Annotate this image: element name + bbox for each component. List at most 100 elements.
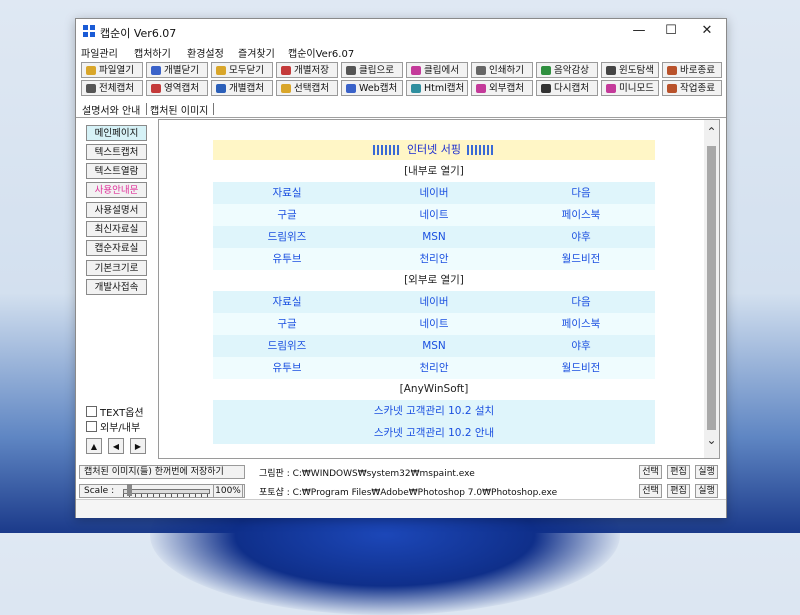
paint-select-button[interactable]: 선택 (639, 465, 662, 479)
region-capture-icon (151, 84, 161, 93)
link-msn[interactable]: MSN (360, 226, 508, 248)
tab-manual[interactable]: 설명서와 안내 (82, 102, 140, 117)
link-scanet-install[interactable]: 스카넷 고객관리 10.2 설치 (213, 400, 655, 422)
window-capture-button[interactable]: 개별캡처 (211, 80, 273, 96)
link-daum[interactable]: 다음 (507, 182, 655, 204)
minimize-button[interactable]: — (624, 21, 654, 41)
link-daum[interactable]: 다음 (507, 291, 655, 313)
right-arrow-button[interactable]: ▶ (130, 438, 146, 454)
clipboard-icon (346, 66, 356, 75)
photoshop-run-button[interactable]: 실행 (695, 484, 718, 498)
link-msn[interactable]: MSN (360, 335, 508, 357)
link-facebook[interactable]: 페이스북 (507, 313, 655, 335)
text-option-checkbox[interactable] (86, 406, 97, 417)
sidebar-main-page-button[interactable]: 메인페이지 (86, 125, 147, 141)
link-row: 드림위즈 MSN 야후 (213, 335, 655, 357)
close-single-icon (151, 66, 161, 75)
menu-capture[interactable]: 캡처하기 (134, 45, 171, 60)
maximize-button[interactable]: ☐ (656, 21, 686, 41)
up-arrow-button[interactable]: ▲ (86, 438, 102, 454)
external-capture-button[interactable]: 외부캡처 (471, 80, 533, 96)
sidebar-developer-site-button[interactable]: 개발사접속 (86, 279, 147, 295)
zoom-level: 100% (213, 484, 243, 498)
save-icon (281, 66, 291, 75)
link-worldvision[interactable]: 월드비전 (507, 357, 655, 379)
link-naver[interactable]: 네이버 (360, 291, 508, 313)
mini-mode-icon (606, 84, 616, 93)
link-google[interactable]: 구글 (213, 313, 361, 335)
link-worldvision[interactable]: 월드비전 (507, 248, 655, 270)
menu-about[interactable]: 캡순이Ver6.07 (288, 45, 354, 60)
sidebar-default-size-button[interactable]: 기본크기로 (86, 260, 147, 276)
close-all-button[interactable]: 모두닫기 (211, 62, 273, 78)
sidebar-user-manual-button[interactable]: 사용설명서 (86, 202, 147, 218)
region-capture-button[interactable]: 영역캡처 (146, 80, 208, 96)
html-capture-button[interactable]: Html캡처 (406, 80, 468, 96)
copy-to-clipboard-button[interactable]: 클립으로 (341, 62, 403, 78)
sidebar-latest-files-button[interactable]: 최신자료실 (86, 221, 147, 237)
recapture-button[interactable]: 다시캡처 (536, 80, 598, 96)
paste-from-clipboard-button[interactable]: 클립에서 (406, 62, 468, 78)
tab-divider (146, 103, 147, 115)
window-bottom-strip (76, 499, 726, 518)
mini-mode-button[interactable]: 미니모드 (601, 80, 659, 96)
menu-file[interactable]: 파일관리 (81, 45, 118, 60)
photoshop-select-button[interactable]: 선택 (639, 484, 662, 498)
link-chollian[interactable]: 천리안 (360, 357, 508, 379)
title-bar[interactable]: 캡순이 Ver6.07 — ☐ ✕ (76, 19, 726, 43)
left-arrow-button[interactable]: ◀ (108, 438, 124, 454)
link-scanet-guide[interactable]: 스카넷 고객관리 10.2 안내 (213, 422, 655, 444)
external-internal-checkbox[interactable] (86, 421, 97, 432)
sidebar-capsuni-files-button[interactable]: 캡순자료실 (86, 240, 147, 256)
full-capture-button[interactable]: 전체캡처 (81, 80, 143, 96)
close-single-button[interactable]: 개별닫기 (146, 62, 208, 78)
menu-settings[interactable]: 환경설정 (187, 45, 224, 60)
paint-edit-button[interactable]: 편집 (667, 465, 690, 479)
scroll-down-icon[interactable]: ⌄ (704, 432, 719, 448)
end-task-button[interactable]: 작업종료 (662, 80, 722, 96)
menu-favorites[interactable]: 즐겨찾기 (238, 45, 275, 60)
link-chollian[interactable]: 천리안 (360, 248, 508, 270)
paint-run-button[interactable]: 실행 (695, 465, 718, 479)
zoom-slider-thumb[interactable] (127, 484, 133, 496)
link-google[interactable]: 구글 (213, 204, 361, 226)
sidebar-usage-notice-button[interactable]: 사용안내문 (86, 182, 147, 198)
tab-captured-images[interactable]: 캡처된 이미지 (150, 102, 208, 117)
link-nate[interactable]: 네이트 (360, 204, 508, 226)
link-archive[interactable]: 자료실 (213, 182, 361, 204)
link-facebook[interactable]: 페이스북 (507, 204, 655, 226)
select-capture-button[interactable]: 선택캡처 (276, 80, 338, 96)
scroll-thumb[interactable] (707, 146, 716, 430)
open-file-icon (86, 66, 96, 75)
vertical-scrollbar[interactable]: ⌃ ⌄ (704, 120, 719, 458)
link-youtube[interactable]: 유투브 (213, 248, 361, 270)
music-button[interactable]: 음악감상 (536, 62, 598, 78)
print-icon (476, 66, 486, 75)
link-yahoo[interactable]: 야후 (507, 335, 655, 357)
explorer-button[interactable]: 윈도탐색 (601, 62, 659, 78)
open-file-button[interactable]: 파일열기 (81, 62, 143, 78)
status-bar-paint: 캡처된 이미지(들) 한꺼번에 저장하기 그림판 : C:₩WINDOWS₩sy… (76, 464, 726, 481)
link-dreamwiz[interactable]: 드림위즈 (213, 335, 361, 357)
link-nate[interactable]: 네이트 (360, 313, 508, 335)
sidebar-text-view-button[interactable]: 텍스트열람 (86, 163, 147, 179)
close-button[interactable]: ✕ (692, 21, 722, 41)
link-youtube[interactable]: 유투브 (213, 357, 361, 379)
web-capture-button[interactable]: Web캡처 (341, 80, 403, 96)
exit-button[interactable]: 바로종료 (662, 62, 722, 78)
link-dreamwiz[interactable]: 드림위즈 (213, 226, 361, 248)
photoshop-edit-button[interactable]: 편집 (667, 484, 690, 498)
link-naver[interactable]: 네이버 (360, 182, 508, 204)
print-button[interactable]: 인쇄하기 (471, 62, 533, 78)
end-task-icon (667, 84, 677, 93)
full-capture-icon (86, 84, 96, 93)
tab-divider (213, 103, 214, 115)
toolbar-capture: 전체캡처 영역캡처 개별캡처 선택캡처 Web캡처 Html캡처 외부캡처 다시… (79, 80, 723, 97)
web-capture-icon (346, 84, 356, 93)
sidebar-text-capture-button[interactable]: 텍스트캡처 (86, 144, 147, 160)
scroll-up-icon[interactable]: ⌃ (704, 124, 719, 140)
save-all-images-button[interactable]: 캡처된 이미지(들) 한꺼번에 저장하기 (79, 465, 245, 479)
save-single-button[interactable]: 개별저장 (276, 62, 338, 78)
link-yahoo[interactable]: 야후 (507, 226, 655, 248)
link-archive[interactable]: 자료실 (213, 291, 361, 313)
